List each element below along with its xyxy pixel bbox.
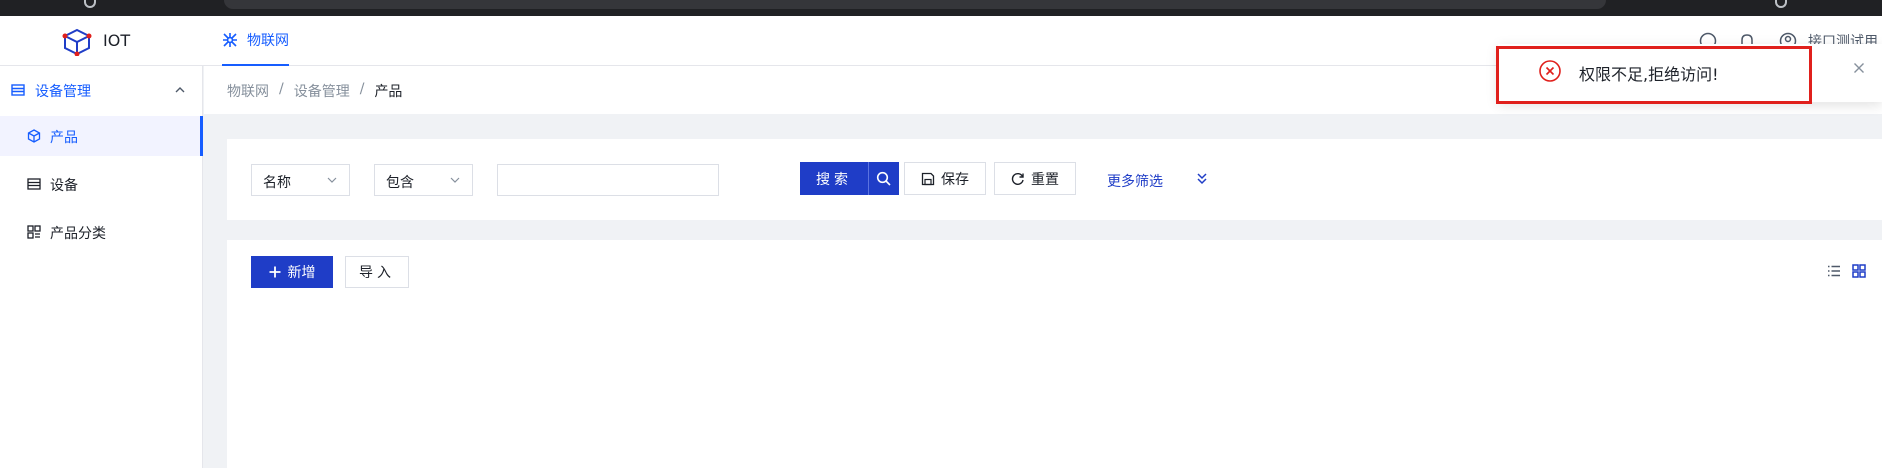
iot-network-icon xyxy=(223,33,237,47)
tab-iot[interactable]: 物联网 xyxy=(222,16,289,66)
tab-iot-label: 物联网 xyxy=(247,33,289,49)
sidebar-group-device-management[interactable]: 设备管理 xyxy=(0,66,203,114)
operator-select[interactable]: 包含 xyxy=(374,164,473,196)
chevron-up-icon[interactable] xyxy=(174,85,186,95)
reset-icon xyxy=(1011,172,1024,185)
breadcrumb-current: 产品 xyxy=(374,84,403,100)
sidebar-item-product-category[interactable]: 产品分类 xyxy=(0,212,203,252)
search-icon-button[interactable] xyxy=(868,162,899,195)
breadcrumb: 物联网 / 设备管理 / 产品 xyxy=(227,81,402,101)
grid-view-icon[interactable] xyxy=(1852,264,1866,278)
product-table-panel: 新增 导入 xyxy=(227,240,1882,468)
field-select-value: 名称 xyxy=(263,175,291,191)
chevron-down-icon xyxy=(327,177,337,183)
import-button[interactable]: 导入 xyxy=(345,256,409,288)
save-button[interactable]: 保存 xyxy=(904,162,986,195)
sidebar-group-label: 设备管理 xyxy=(35,84,91,100)
search-button[interactable]: 搜索 xyxy=(800,162,868,195)
device-management-icon xyxy=(11,84,25,96)
sidebar-item-label: 设备 xyxy=(50,178,78,194)
error-toast: 权限不足,拒绝访问! xyxy=(1496,46,1812,104)
search-icon xyxy=(876,171,891,186)
category-grid-icon xyxy=(27,225,41,239)
save-icon xyxy=(921,172,935,185)
reset-button[interactable]: 重置 xyxy=(994,162,1076,195)
error-circle-icon xyxy=(1539,60,1561,82)
address-bar[interactable] xyxy=(224,0,1606,9)
close-icon[interactable] xyxy=(1853,62,1865,74)
more-filters-link[interactable]: 更多筛选 xyxy=(1107,171,1163,191)
list-view-icon[interactable] xyxy=(1827,264,1841,278)
sidebar-item-label: 产品分类 xyxy=(50,226,106,242)
chevron-down-icon xyxy=(450,177,460,183)
add-button[interactable]: 新增 xyxy=(251,256,333,288)
sidebar-item-label: 产品 xyxy=(50,130,78,146)
save-button-label: 保存 xyxy=(941,171,969,188)
plus-icon xyxy=(269,266,280,278)
reset-button-label: 重置 xyxy=(1031,171,1059,188)
sidebar: 设备管理 产品 设备 产品分类 xyxy=(0,66,203,468)
keyword-input[interactable] xyxy=(497,164,719,196)
cube-icon xyxy=(27,129,41,143)
iot-logo-icon xyxy=(62,28,92,56)
refresh-icon[interactable] xyxy=(84,0,96,8)
double-chevron-down-icon[interactable] xyxy=(1195,171,1209,185)
profile-icon[interactable] xyxy=(1775,0,1787,8)
breadcrumb-separator: / xyxy=(359,81,365,97)
add-button-label: 新增 xyxy=(287,265,316,281)
operator-select-value: 包含 xyxy=(386,175,414,191)
browser-toolbar xyxy=(0,0,1882,16)
breadcrumb-separator: / xyxy=(279,81,284,97)
field-select[interactable]: 名称 xyxy=(251,164,350,196)
breadcrumb-item[interactable]: 设备管理 xyxy=(294,81,350,101)
sidebar-item-product[interactable]: 产品 xyxy=(0,116,203,156)
toast-message: 权限不足,拒绝访问! xyxy=(1579,65,1719,84)
filter-panel: 名称 包含 搜索 保存 重置 更多筛选 xyxy=(227,139,1882,220)
app-title: IOT xyxy=(103,31,131,50)
breadcrumb-item[interactable]: 物联网 xyxy=(227,81,269,101)
sidebar-item-device[interactable]: 设备 xyxy=(0,164,203,204)
device-list-icon xyxy=(27,178,41,190)
